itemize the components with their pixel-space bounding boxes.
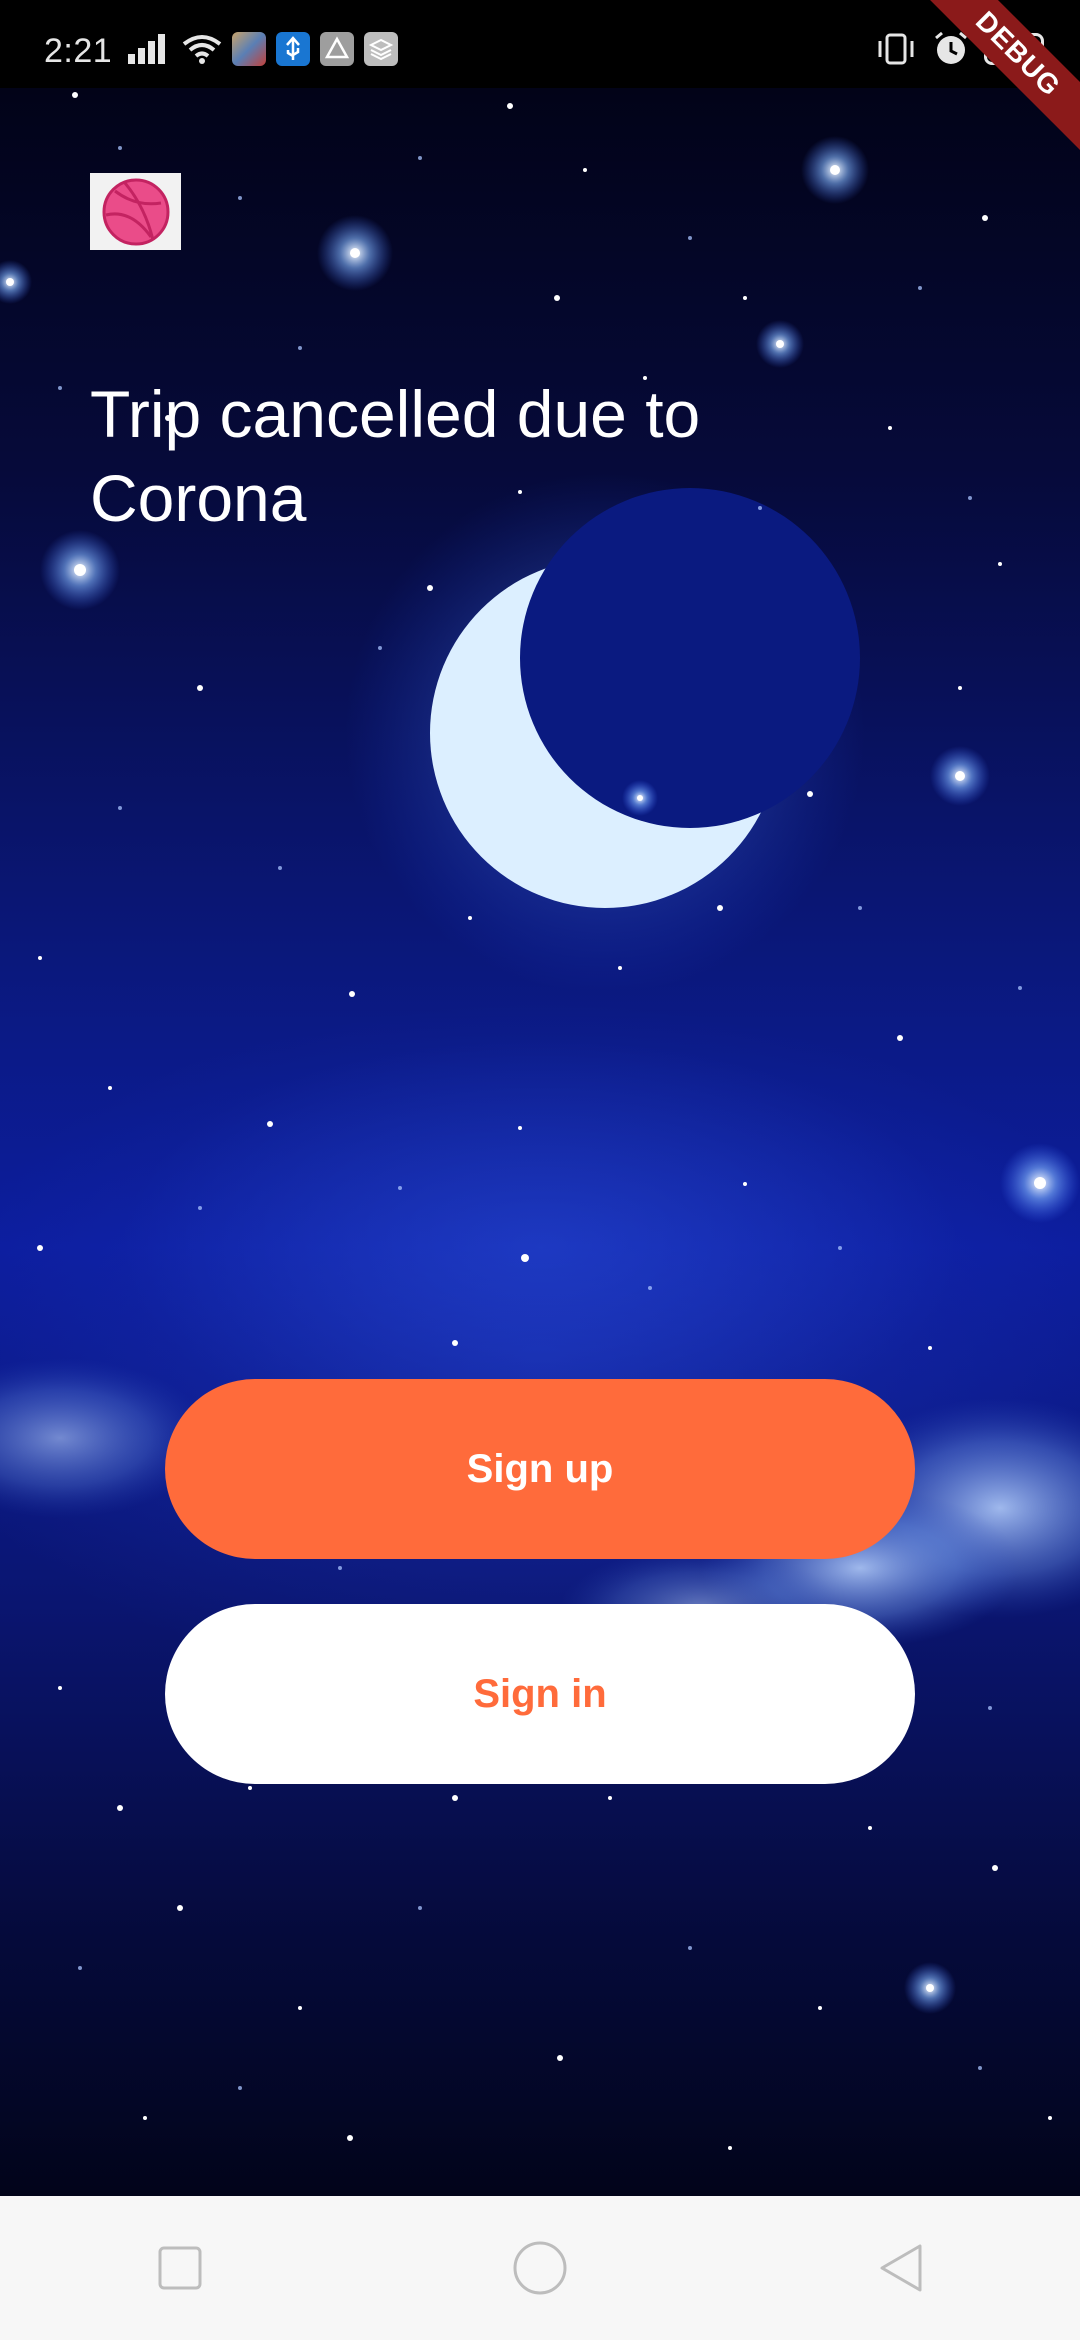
status-bar: 2:21 — [0, 0, 1080, 88]
usb-icon — [276, 32, 310, 66]
sign-in-button[interactable]: Sign in — [165, 1604, 915, 1784]
recent-apps-icon — [158, 2246, 202, 2290]
wifi-icon — [182, 35, 222, 64]
headline: Trip cancelled due to Corona — [90, 377, 701, 535]
drive-icon — [320, 32, 354, 66]
layers-icon — [364, 32, 398, 66]
sign-in-label: Sign in — [473, 1671, 607, 1716]
back-icon — [880, 2244, 922, 2292]
status-time: 2:21 — [44, 32, 113, 70]
alarm-icon — [935, 31, 967, 64]
home-icon — [513, 2241, 567, 2295]
vibrate-icon — [878, 33, 914, 65]
game-app-icon — [232, 32, 266, 66]
sign-up-button[interactable]: Sign up — [165, 1379, 915, 1559]
navigation-bar — [0, 2196, 1080, 2340]
dribbble-logo-icon — [102, 178, 169, 245]
sign-up-label: Sign up — [466, 1446, 614, 1491]
status-left-icons — [128, 32, 398, 66]
recent-apps-button[interactable] — [120, 2208, 240, 2328]
app-logo — [90, 173, 181, 250]
signal-icon — [128, 34, 165, 64]
back-button[interactable] — [840, 2208, 960, 2328]
home-button[interactable] — [480, 2208, 600, 2328]
